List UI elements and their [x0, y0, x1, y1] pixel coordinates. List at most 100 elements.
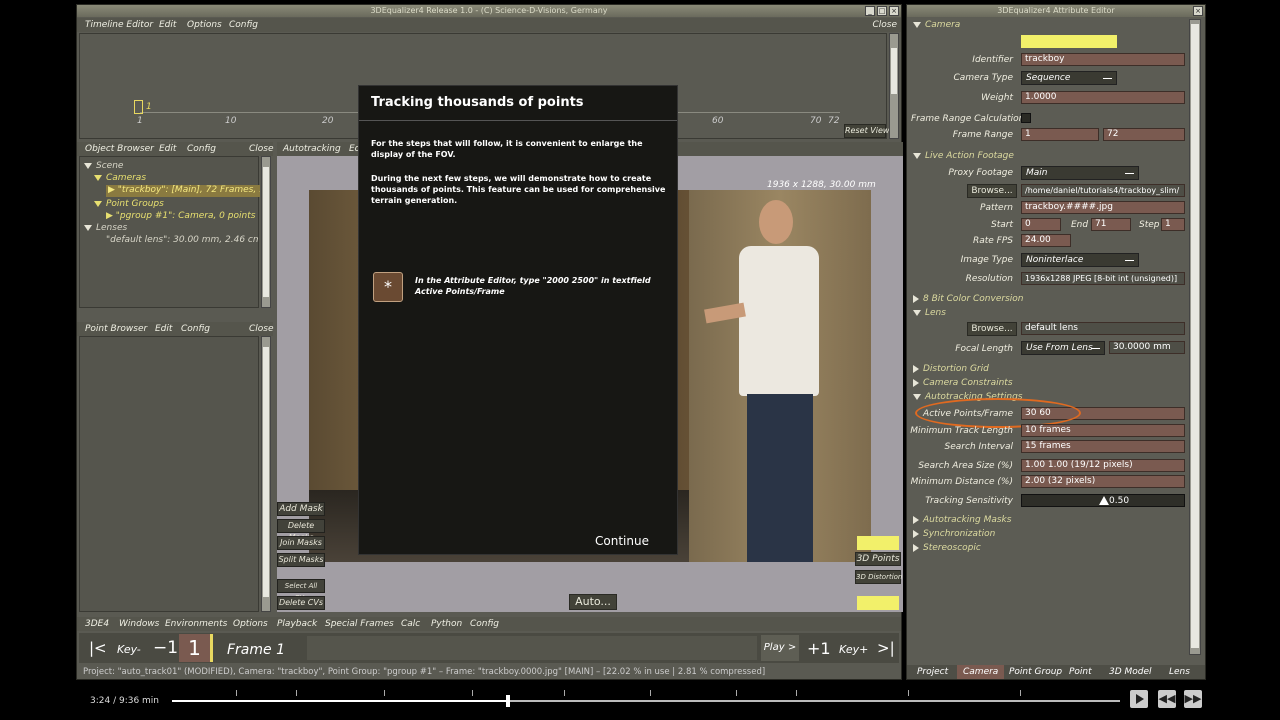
tab-3d-model[interactable]: 3D Model — [1109, 667, 1152, 677]
menu-python[interactable]: Python — [431, 619, 462, 629]
last-frame-button[interactable]: >| — [877, 639, 895, 657]
section-distortion-grid[interactable]: Distortion Grid — [913, 364, 989, 374]
point-browser-scrollbar[interactable] — [261, 336, 271, 612]
key-next-button[interactable]: Key+ — [839, 643, 868, 656]
video-progress-track[interactable] — [172, 695, 1120, 707]
menu-config[interactable]: Config — [229, 20, 258, 30]
reset-view-button[interactable]: Reset View — [844, 124, 889, 138]
fast-forward-icon[interactable]: ▶▶ — [1184, 690, 1202, 708]
menu-calc[interactable]: Calc — [401, 619, 420, 629]
menu-options[interactable]: Options — [187, 20, 222, 30]
start-field[interactable]: 0 — [1021, 218, 1061, 231]
key-prev-button[interactable]: Key- — [117, 643, 141, 656]
tree-point-groups[interactable]: Point Groups — [94, 199, 164, 209]
3d-points-button[interactable]: 3D Points — [855, 552, 901, 566]
pattern-field[interactable]: trackboy.####.jpg — [1021, 201, 1185, 214]
split-masks-button[interactable]: Split Masks — [277, 553, 325, 567]
auto-button[interactable]: Auto... — [569, 594, 617, 610]
focal-length-mode-select[interactable]: Use From Lens — [1021, 341, 1105, 355]
object-browser-close-button[interactable]: Close — [249, 144, 274, 154]
3d-distortion-button[interactable]: 3D Distortion — [855, 570, 902, 584]
play-icon[interactable] — [1130, 690, 1148, 708]
min-track-length-field[interactable]: 10 frames — [1021, 424, 1185, 437]
menu-edit[interactable]: Edit — [159, 20, 176, 30]
menu-point-browser[interactable]: Point Browser — [85, 324, 147, 334]
timeline-scrollbar[interactable] — [889, 33, 899, 139]
tab-lens[interactable]: Lens — [1169, 667, 1190, 677]
tracking-sensitivity-slider[interactable]: 0.50 — [1021, 494, 1185, 507]
delete-masks-button[interactable]: Delete Masks — [277, 519, 325, 542]
search-interval-field[interactable]: 15 frames — [1021, 440, 1185, 453]
timeline-marker[interactable] — [134, 100, 143, 114]
lens-name-field[interactable]: default lens — [1021, 322, 1185, 335]
tab-autotracking[interactable]: Autotracking — [283, 144, 341, 154]
section-camera[interactable]: Camera — [913, 20, 960, 30]
maximize-icon[interactable]: □ — [877, 6, 887, 16]
tree-scene[interactable]: Scene — [84, 161, 123, 171]
section-synchronization[interactable]: Synchronization — [913, 529, 995, 539]
section-live-action-footage[interactable]: Live Action Footage — [913, 151, 1014, 161]
tree-pgroup-item[interactable]: ▶ "pgroup #1": Camera, 0 points — [106, 211, 255, 221]
continue-button[interactable]: Continue — [595, 534, 649, 548]
camera-type-select[interactable]: Sequence — [1021, 71, 1117, 85]
plus-one-button[interactable]: +1 — [807, 639, 831, 658]
close-icon[interactable]: × — [1193, 6, 1203, 16]
slider-thumb-icon[interactable] — [1099, 496, 1109, 505]
weight-field[interactable]: 1.0000 — [1021, 91, 1185, 104]
camera-color-swatch[interactable] — [1021, 35, 1117, 48]
join-masks-button[interactable]: Join Masks — [277, 536, 325, 550]
tab-point[interactable]: Point — [1069, 667, 1092, 677]
frame-range-calc-checkbox[interactable] — [1021, 113, 1031, 123]
tree-lenses[interactable]: Lenses — [84, 223, 127, 233]
frame-range-start-field[interactable]: 1 — [1021, 128, 1099, 141]
menu-windows[interactable]: Windows — [119, 619, 159, 629]
yellow-swatch[interactable] — [857, 596, 899, 610]
rate-fps-field[interactable]: 24.00 — [1021, 234, 1071, 247]
identifier-field[interactable]: trackboy — [1021, 53, 1185, 66]
tree-camera-item[interactable]: ▶ "trackboy": [Main], 72 Frames, 1.0 — [106, 185, 260, 197]
tab-project[interactable]: Project — [917, 667, 948, 677]
tree-cameras[interactable]: Cameras — [94, 173, 146, 183]
point-browser-close-button[interactable]: Close — [249, 324, 274, 334]
yellow-swatch[interactable] — [857, 536, 899, 550]
section-color-conversion[interactable]: 8 Bit Color Conversion — [913, 294, 1023, 304]
frame-number-field[interactable]: 1 — [179, 634, 213, 662]
section-lens[interactable]: Lens — [913, 308, 946, 318]
tab-point-group[interactable]: Point Group — [1009, 667, 1062, 677]
first-frame-button[interactable]: |< — [89, 639, 107, 657]
section-camera-constraints[interactable]: Camera Constraints — [913, 378, 1013, 388]
lens-browse-button[interactable]: Browse... — [967, 322, 1017, 336]
menu-config[interactable]: Config — [181, 324, 210, 334]
menu-special-frames[interactable]: Special Frames — [325, 619, 394, 629]
menu-edit[interactable]: Edit — [155, 324, 172, 334]
rewind-icon[interactable]: ◀◀ — [1158, 690, 1176, 708]
menu-edit[interactable]: Edit — [159, 144, 176, 154]
video-progress-thumb[interactable] — [506, 695, 510, 707]
step-field[interactable]: 1 — [1161, 218, 1185, 231]
close-icon[interactable]: × — [889, 6, 899, 16]
menu-environments[interactable]: Environments — [165, 619, 227, 629]
frame-range-end-field[interactable]: 72 — [1103, 128, 1185, 141]
timeline-slider[interactable] — [307, 636, 757, 660]
play-button[interactable]: Play > — [761, 635, 799, 661]
tree-lens-item[interactable]: "default lens": 30.00 mm, 2.46 cm x — [106, 235, 258, 245]
end-field[interactable]: 71 — [1091, 218, 1131, 231]
timeline-close-button[interactable]: Close — [872, 20, 897, 30]
attr-scrollbar[interactable] — [1189, 19, 1201, 655]
menu-options[interactable]: Options — [233, 619, 268, 629]
minimum-distance-field[interactable]: 2.00 (32 pixels) — [1021, 475, 1185, 488]
menu-playback[interactable]: Playback — [277, 619, 317, 629]
tab-camera[interactable]: Camera — [957, 665, 1005, 679]
search-area-field[interactable]: 1.00 1.00 (19/12 pixels) — [1021, 459, 1185, 472]
section-autotracking-masks[interactable]: Autotracking Masks — [913, 515, 1011, 525]
footage-browse-button[interactable]: Browse... — [967, 184, 1017, 198]
menu-timeline-editor[interactable]: Timeline Editor — [85, 20, 153, 30]
menu-config[interactable]: Config — [187, 144, 216, 154]
object-browser-scrollbar[interactable] — [261, 156, 271, 308]
footage-path-field[interactable]: /home/daniel/tutorials4/trackboy_slim/ — [1021, 184, 1185, 197]
select-all-cvs-button[interactable]: Select All CVs — [277, 579, 325, 602]
focal-length-field[interactable]: 30.0000 mm — [1109, 341, 1185, 354]
minus-one-button[interactable]: −1 — [153, 638, 178, 658]
menu-object-browser[interactable]: Object Browser — [85, 144, 154, 154]
delete-cvs-button[interactable]: Delete CVs — [277, 596, 325, 610]
